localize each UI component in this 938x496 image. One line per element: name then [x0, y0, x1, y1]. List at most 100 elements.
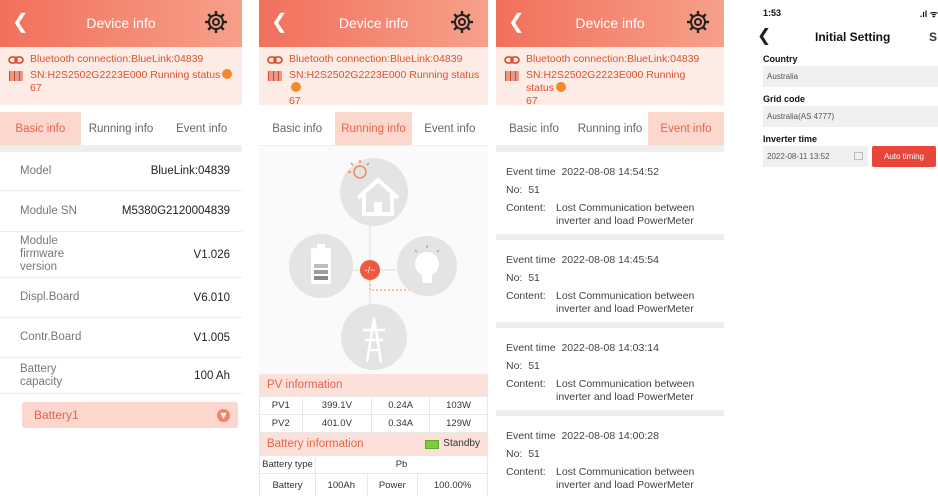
sn-status-text: SN:H2S2502G2223E000 Running status: [30, 69, 221, 81]
row-label: Module firmware version: [20, 235, 65, 273]
load-node: [397, 236, 457, 296]
header: ❮ Device info: [259, 0, 488, 47]
grid-tower-icon: [363, 317, 385, 363]
back-arrow-icon[interactable]: ❮: [757, 26, 771, 46]
header: ❮ Device info: [496, 0, 724, 47]
row-label: Contr.Board: [20, 331, 82, 343]
chain-link-icon: [8, 56, 24, 64]
tab-basic-info[interactable]: Basic info: [259, 112, 335, 145]
battery1-dropdown[interactable]: Battery1 ▼: [22, 402, 238, 428]
event-no-label: No:: [506, 360, 523, 372]
event-time: 2022-08-08 14:54:52: [561, 166, 659, 178]
table-cell: Pb: [315, 455, 488, 474]
table-row: PV2 401.0V 0.34A 129W: [259, 414, 488, 433]
table-cell: 0.34A: [371, 414, 431, 433]
inverter-time-row: 2022-08-11 13:52 Auto timing: [763, 146, 938, 167]
inverter-time-field[interactable]: 2022-08-11 13:52: [763, 146, 868, 167]
tab-running-info[interactable]: Running info: [335, 112, 412, 145]
event-content: Lost Communication between inverter and …: [556, 378, 695, 403]
calendar-icon: [854, 152, 863, 160]
row-value: V6.010: [193, 291, 230, 304]
country-select[interactable]: Australia: [763, 66, 938, 87]
barcode-icon: [505, 71, 519, 81]
row-value: V1.026: [193, 248, 230, 261]
table-cell: 129W: [429, 414, 488, 433]
tab-bar: Basic info Running info Event info: [496, 112, 724, 146]
info-row-contr-board: Contr.Board V1.005: [0, 318, 242, 358]
page-title: Initial Setting: [815, 30, 891, 44]
pv-table: PV1 399.1V 0.24A 103W PV2 401.0V 0.34A 129W: [259, 396, 488, 433]
event-content: Lost Communication between inverter and …: [556, 466, 695, 491]
event-no: 51: [528, 448, 540, 460]
event-no: 51: [528, 360, 540, 372]
table-row: PV1 399.1V 0.24A 103W: [259, 396, 488, 415]
battery-level-icon: [425, 439, 440, 449]
chain-link-icon: [504, 56, 520, 64]
event-no: 51: [528, 184, 540, 196]
info-row-model: Model BlueLink:04839: [0, 152, 242, 191]
auto-timing-button[interactable]: Auto timing: [872, 146, 936, 167]
event-content: Lost Communication between inverter and …: [556, 290, 695, 315]
event-item: Event time 2022-08-08 14:54:52 No: 51 Co…: [496, 152, 724, 240]
table-row: Battery 100Ah Power 100.00%: [259, 473, 488, 496]
info-row-battery-capacity: Battery capacity 100 Ah: [0, 358, 242, 394]
energy-flow-diagram: -/~: [259, 146, 488, 374]
status-dot-icon: [556, 82, 567, 92]
battery-table: Battery type Pb Battery 100Ah Power 100.00%: [259, 455, 488, 496]
event-no: 51: [528, 272, 540, 284]
header-right-text[interactable]: S: [929, 30, 937, 44]
device-info-event-panel: ❮ Device info Bluetooth connection:BlueL…: [496, 0, 724, 496]
info-row-module-sn: Module SN M5380G2120004839: [0, 191, 242, 232]
tab-running-info[interactable]: Running info: [572, 112, 648, 145]
table-cell: 399.1V: [301, 396, 373, 415]
tab-running-info[interactable]: Running info: [81, 112, 162, 145]
bluetooth-connection-text: Bluetooth connection:BlueLink:04839: [289, 53, 463, 65]
bluetooth-connection-text: Bluetooth connection:BlueLink:04839: [526, 53, 700, 65]
status-code: 67: [30, 82, 42, 94]
event-time: 2022-08-08 14:03:14: [561, 342, 659, 354]
gear-icon[interactable]: [204, 10, 228, 34]
table-row: Battery type Pb: [259, 455, 488, 474]
event-time-label: Event time: [506, 342, 556, 354]
sn-status-text: SN:H2S2502G2223E000 Running status: [289, 69, 480, 81]
tab-event-info[interactable]: Event info: [161, 112, 242, 145]
status-time: 1:53: [763, 8, 782, 18]
tab-basic-info[interactable]: Basic info: [496, 112, 572, 145]
row-value: BlueLink:04839: [150, 165, 230, 177]
event-time: 2022-08-08 14:00:28: [561, 430, 659, 442]
connection-banner: Bluetooth connection:BlueLink:04839 SN:H…: [496, 47, 724, 107]
event-no-label: No:: [506, 184, 523, 196]
gear-icon[interactable]: [450, 10, 474, 34]
table-cell: 100Ah: [315, 473, 368, 496]
tab-bar: Basic info Running info Event info: [0, 112, 242, 146]
battery-information-header: Battery information Standby: [259, 433, 488, 455]
gear-icon[interactable]: [686, 10, 710, 34]
device-info-running-panel: ❮ Device info Bluetooth connection:BlueL…: [259, 0, 488, 496]
grid-code-label: Grid code: [763, 94, 806, 104]
header: ❮ Device info: [0, 0, 242, 47]
event-content-label: Content:: [506, 466, 546, 478]
tab-event-info[interactable]: Event info: [648, 112, 724, 145]
event-item: Event time 2022-08-08 14:00:28 No: 51 Co…: [496, 416, 724, 496]
tab-basic-info[interactable]: Basic info: [0, 112, 81, 145]
row-label: Battery capacity: [20, 362, 63, 388]
table-cell: 103W: [429, 396, 488, 415]
row-label: Module SN: [20, 204, 77, 217]
status-code: 67: [289, 95, 301, 107]
battery1-label: Battery1: [34, 408, 79, 422]
event-content-label: Content:: [506, 202, 546, 214]
tab-event-info[interactable]: Event info: [412, 112, 488, 145]
row-label: Model: [20, 164, 52, 177]
table-cell: 401.0V: [301, 414, 373, 433]
event-time-label: Event time: [506, 430, 556, 442]
table-cell: Battery: [259, 473, 316, 496]
row-value: V1.005: [193, 331, 230, 344]
status-dot-icon: [291, 82, 301, 92]
bluetooth-connection-text: Bluetooth connection:BlueLink:04839: [30, 53, 204, 65]
table-cell: 100.00%: [417, 473, 488, 496]
tab-bar: Basic info Running info Event info: [259, 112, 488, 146]
table-cell: 0.24A: [371, 396, 431, 415]
event-content-label: Content:: [506, 378, 546, 390]
grid-code-select[interactable]: Australia(AS 4777): [763, 106, 938, 127]
event-no-label: No:: [506, 448, 523, 460]
